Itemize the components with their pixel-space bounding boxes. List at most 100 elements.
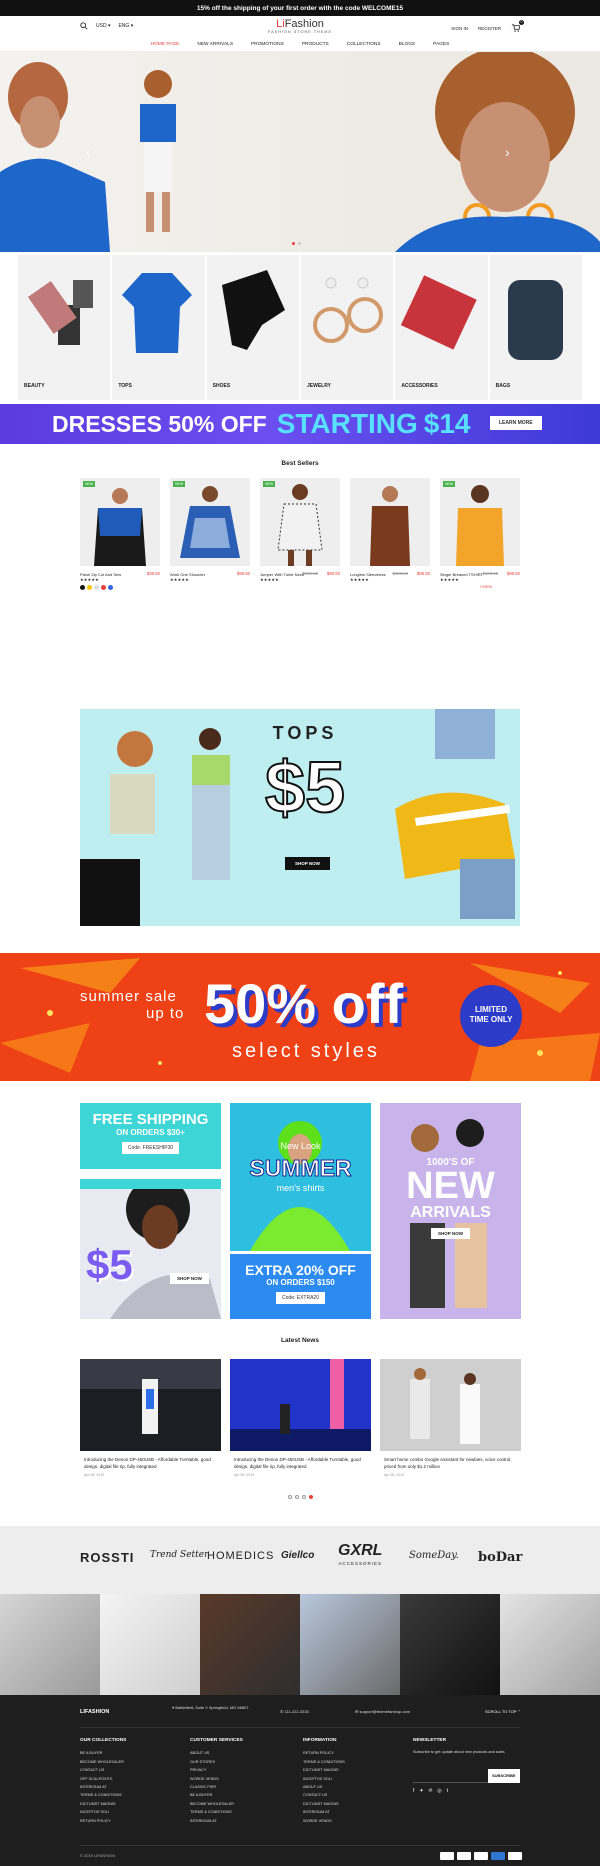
tops-model-right [395, 709, 515, 919]
nav-new-arrivals[interactable]: NEW ARRIVALS [197, 42, 233, 47]
hero-model-center [140, 70, 176, 232]
latest-news-title: Latest News [281, 1337, 319, 1344]
learn-more-button[interactable]: LEARN MORE [490, 416, 542, 430]
brand-trend-setter[interactable]: Trend Setter [150, 1550, 208, 1560]
promo-dresses-text: DRESSES 50% OFF [52, 410, 267, 437]
gallery-image[interactable] [200, 1594, 300, 1695]
payment-icons [440, 1852, 522, 1860]
gallery-image[interactable] [0, 1594, 100, 1695]
gallery-image[interactable] [300, 1594, 400, 1695]
cart-count: 0 [519, 20, 524, 25]
visa-icon [440, 1852, 454, 1860]
view-more-link[interactable]: +VIEW [479, 584, 492, 589]
free-shipping-tile[interactable]: FREE SHIPPING ON ORDERS $30+ Code: FREES… [80, 1103, 221, 1169]
nav-promotions[interactable]: PROMOTIONS [251, 42, 284, 47]
summer-line1: summer sale [80, 988, 177, 1005]
hero-dots[interactable] [292, 242, 301, 245]
category-beauty[interactable]: BEAUTY [18, 255, 111, 400]
hero-slider[interactable]: ‹ › [0, 52, 600, 252]
color-swatches[interactable] [80, 585, 160, 590]
promo-banner-dresses[interactable]: DRESSES 50% OFF STARTING $14 LEARN MORE [0, 404, 600, 444]
tumblr-icon[interactable]: t [447, 1787, 448, 1795]
summer-line3: select styles [232, 1040, 380, 1062]
news-card[interactable]: Introducing the Denon DP-450USB - Afford… [80, 1359, 221, 1499]
instagram-icon[interactable]: ◎ [437, 1787, 441, 1795]
news-card[interactable]: Introducing the Denon DP-450USB - Afford… [230, 1359, 371, 1499]
news-card[interactable]: Smart home combo Google Assistant for ne… [380, 1359, 521, 1499]
announcement-text: 15% off the shipping of your first order… [196, 4, 404, 12]
new-arrivals-tile[interactable]: 1000'S OF NEW ARRIVALS SHOP NOW [380, 1103, 521, 1319]
footer-col-collections: OUR COLLECTIONS BE A BUYER BECOME WHOLESAL… [80, 1738, 127, 1823]
newsletter-email-input[interactable] [413, 1769, 488, 1784]
rating-stars: ★★★★★ [260, 577, 279, 582]
brand-gxrl[interactable]: GXRL ACCESSORIES [338, 1542, 382, 1567]
category-shoes[interactable]: SHOES [206, 255, 299, 400]
sign-in-link[interactable]: SIGN IN [451, 26, 468, 31]
promo-starting: STARTING [276, 408, 418, 439]
brand-giellco[interactable]: Giellco [281, 1550, 314, 1561]
brand-bodar[interactable]: boDar [478, 1550, 522, 1565]
paypal-icon [457, 1852, 471, 1860]
announcement-bar: 15% off the shipping of your first order… [0, 0, 600, 16]
product-card[interactable]: Longline Sleeveless $108.50 $98.50 ★★★★★ [350, 478, 430, 593]
news-pagination-dots[interactable] [288, 1495, 313, 1499]
nav-products[interactable]: PRODUCTS [302, 42, 329, 47]
rating-stars: ★★★★★ [80, 577, 99, 582]
nav-collections[interactable]: COLLECTIONS [347, 42, 381, 47]
brand-logos-strip: ROSSTI Trend Setter HOMEDICS Giellco GXR… [0, 1526, 600, 1594]
category-accessories[interactable]: ACCESSORIES [395, 255, 488, 400]
promo-banner-tops[interactable]: TOPS $5 SHOP NOW [80, 709, 520, 926]
subscribe-button[interactable]: SUBSCRIBE [488, 1769, 520, 1784]
summer-mens-tile[interactable]: New Look SUMMER men's shirts [230, 1103, 371, 1251]
rating-stars: ★★★★★ [170, 577, 189, 582]
cart-icon[interactable]: 0 [511, 20, 524, 33]
brand-rossti[interactable]: ROSSTI [80, 1550, 134, 1565]
footer-email[interactable]: ✉ support@themefarshop.com [355, 1709, 410, 1714]
category-tops[interactable]: TOPS [112, 255, 205, 400]
tops-models-left [80, 728, 230, 926]
gallery-image[interactable] [100, 1594, 200, 1695]
summer-big-discount: 50% off [204, 972, 404, 1035]
product-card[interactable]: NEW Singer Breaced TSHIRT $108.50 $98.50 … [440, 478, 520, 593]
discover-icon [508, 1852, 522, 1860]
brand-someday[interactable]: SomeDay. [409, 1550, 459, 1561]
copyright: © 2019 LIFASHION [80, 1853, 115, 1858]
gallery-image[interactable] [500, 1594, 600, 1695]
mastercard-icon [474, 1852, 488, 1860]
facebook-icon[interactable]: f [413, 1787, 414, 1795]
product-card[interactable]: NEW Work One Shoulder $98.50 ★★★★★ [170, 478, 250, 593]
nav-blogs[interactable]: BLOGS [399, 42, 416, 47]
nav-pages[interactable]: PAGES [433, 42, 449, 47]
hero-prev-arrow[interactable]: ‹ [86, 144, 91, 160]
instagram-gallery [0, 1594, 600, 1695]
tops-title: TOPS [272, 723, 338, 743]
scroll-to-top-button[interactable]: SCROLL TO TOP ⌃ [485, 1709, 521, 1714]
extra-discount-tile[interactable]: EXTRA 20% OFF ON ORDERS $150 Code: EXTRA… [230, 1254, 371, 1319]
product-card[interactable]: NEW Jumper With Turtle Neck $108.50 $98.5… [260, 478, 340, 593]
social-icons: f ✦ ℗ ◎ t [413, 1787, 523, 1795]
hero-next-arrow[interactable]: › [505, 144, 510, 160]
category-bags[interactable]: BAGS [489, 255, 582, 400]
five-dollar-tile[interactable]: $5 SHOP NOW [80, 1179, 221, 1319]
summer-sale-banner[interactable]: summer sale up to 50% off select styles … [0, 953, 600, 1081]
brand-homedics[interactable]: HOMEDICS [207, 1550, 274, 1562]
site-header: USD ▾ ENG ▾ LiFashion FASHION STORE THEM… [0, 16, 600, 38]
nav-home[interactable]: HOME PAGE [151, 42, 180, 47]
tops-price: $5 [264, 747, 346, 829]
pinterest-icon[interactable]: ℗ [429, 1787, 433, 1795]
register-link[interactable]: REGISTER [478, 26, 501, 31]
rating-stars: ★★★★★ [440, 577, 459, 582]
footer-address: ⌖ Battlefield, Suite 0 Springfield, MO 6… [172, 1705, 249, 1710]
tops-shop-now-button[interactable]: SHOP NOW [285, 857, 330, 870]
hero-model-left [0, 62, 110, 252]
twitter-icon[interactable]: ✦ [419, 1787, 423, 1795]
category-jewelry[interactable]: JEWELRY [300, 255, 394, 400]
hero-model-right [395, 52, 600, 252]
category-strip: BEAUTY TOPS SHOES JEWELRY ACCESSORIES BA… [0, 252, 600, 400]
rating-stars: ★★★★★ [350, 577, 369, 582]
gallery-image[interactable] [400, 1594, 500, 1695]
product-card[interactable]: NEW Panel Zip Cut And Sew $38.50 ★★★★★ [80, 478, 160, 593]
amex-icon [491, 1852, 505, 1860]
new-badge: NEW [83, 481, 96, 487]
footer-newsletter: NEWSLETTER Subscribe to get update about… [413, 1737, 523, 1796]
